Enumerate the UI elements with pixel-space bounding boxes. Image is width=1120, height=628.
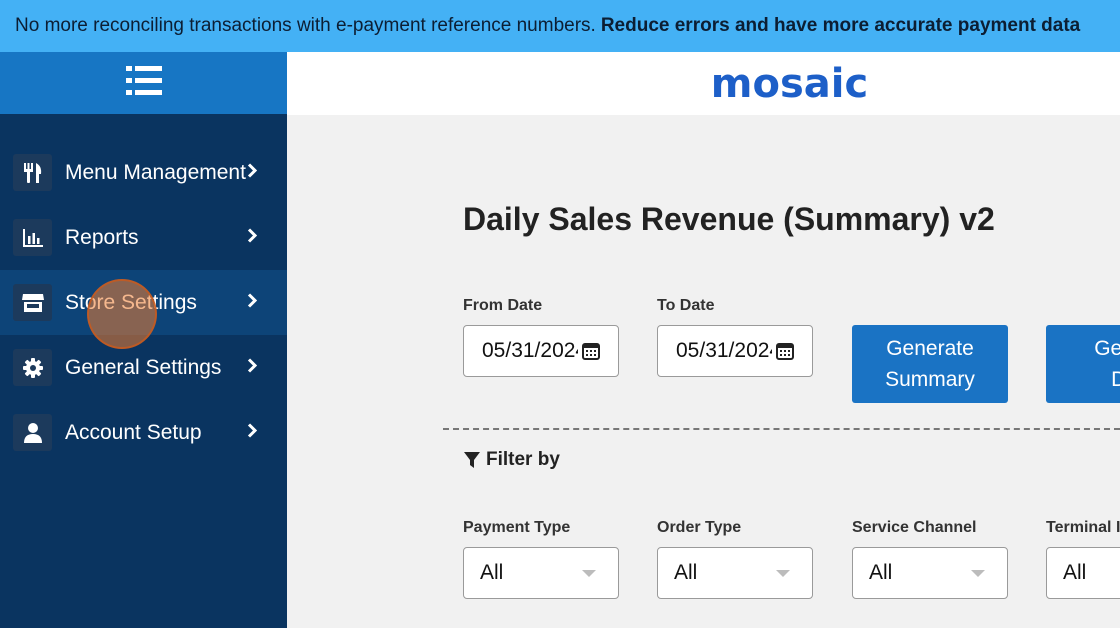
sidebar-item-label: Account Setup [65, 420, 202, 444]
filter-heading: Filter by [463, 449, 560, 471]
generate-summary-button[interactable]: Generate Summary [852, 325, 1008, 403]
sidebar-item-account-setup[interactable]: Account Setup [0, 400, 287, 465]
hamburger-list-icon[interactable] [125, 65, 162, 101]
promo-banner: No more reconciling transactions with e-… [0, 0, 1120, 52]
page-title: Daily Sales Revenue (Summary) v2 [463, 201, 995, 237]
user-icon [13, 414, 52, 451]
filter-title-text: Filter by [486, 449, 560, 470]
from-date-label: From Date [463, 297, 543, 314]
order-type-label: Order Type [657, 519, 742, 536]
bar-chart-icon [13, 219, 52, 256]
sidebar-item-label: Store Settings [65, 290, 197, 314]
from-date-input[interactable]: 05/31/2024 [463, 325, 619, 377]
to-date-label: To Date [657, 297, 715, 314]
service-channel-label: Service Channel [852, 519, 977, 536]
store-icon [13, 284, 52, 321]
filter-icon [464, 452, 480, 468]
chevron-right-icon [247, 227, 258, 248]
divider [443, 428, 1120, 430]
sidebar: Menu Management Reports Store Settings G… [0, 52, 287, 628]
calendar-icon[interactable] [582, 342, 600, 366]
calendar-icon[interactable] [776, 342, 794, 366]
terminal-id-label: Terminal ID [1046, 519, 1120, 536]
to-date-value: 05/31/2024 [676, 339, 772, 362]
order-type-value: All [674, 561, 698, 584]
sidebar-item-label: General Settings [65, 355, 222, 379]
gear-icon [13, 349, 52, 386]
payment-type-value: All [480, 561, 504, 584]
chevron-right-icon [247, 292, 258, 313]
service-channel-select[interactable]: All [852, 547, 1008, 599]
top-header: mosaic [287, 52, 1120, 115]
service-channel-value: All [869, 561, 893, 584]
order-type-select[interactable]: All [657, 547, 813, 599]
chevron-down-icon [971, 570, 985, 577]
payment-type-select[interactable]: All [463, 547, 619, 599]
sidebar-header [0, 52, 287, 114]
to-date-input[interactable]: 05/31/2024 [657, 325, 813, 377]
sidebar-item-label: Reports [65, 225, 139, 249]
terminal-id-value: All [1063, 561, 1087, 584]
banner-bold-text: Reduce errors and have more accurate pay… [600, 15, 1081, 36]
sidebar-item-menu-management[interactable]: Menu Management [0, 140, 287, 205]
chevron-right-icon [247, 162, 258, 183]
sidebar-item-store-settings[interactable]: Store Settings [0, 270, 287, 335]
sidebar-item-reports[interactable]: Reports [0, 205, 287, 270]
generate-detail-button[interactable]: Generate Detail [1046, 325, 1120, 403]
chevron-right-icon [247, 422, 258, 443]
main-content: Daily Sales Revenue (Summary) v2 From Da… [287, 115, 1120, 628]
sidebar-item-general-settings[interactable]: General Settings [0, 335, 287, 400]
chevron-down-icon [776, 570, 790, 577]
terminal-id-select[interactable]: All [1046, 547, 1120, 599]
mosaic-logo: mosaic [710, 60, 869, 107]
from-date-value: 05/31/2024 [482, 339, 578, 362]
banner-text: No more reconciling transactions with e-… [15, 15, 596, 36]
payment-type-label: Payment Type [463, 519, 571, 536]
fork-knife-icon [13, 154, 52, 191]
chevron-down-icon [582, 570, 596, 577]
sidebar-item-label: Menu Management [65, 160, 246, 184]
chevron-right-icon [247, 357, 258, 378]
